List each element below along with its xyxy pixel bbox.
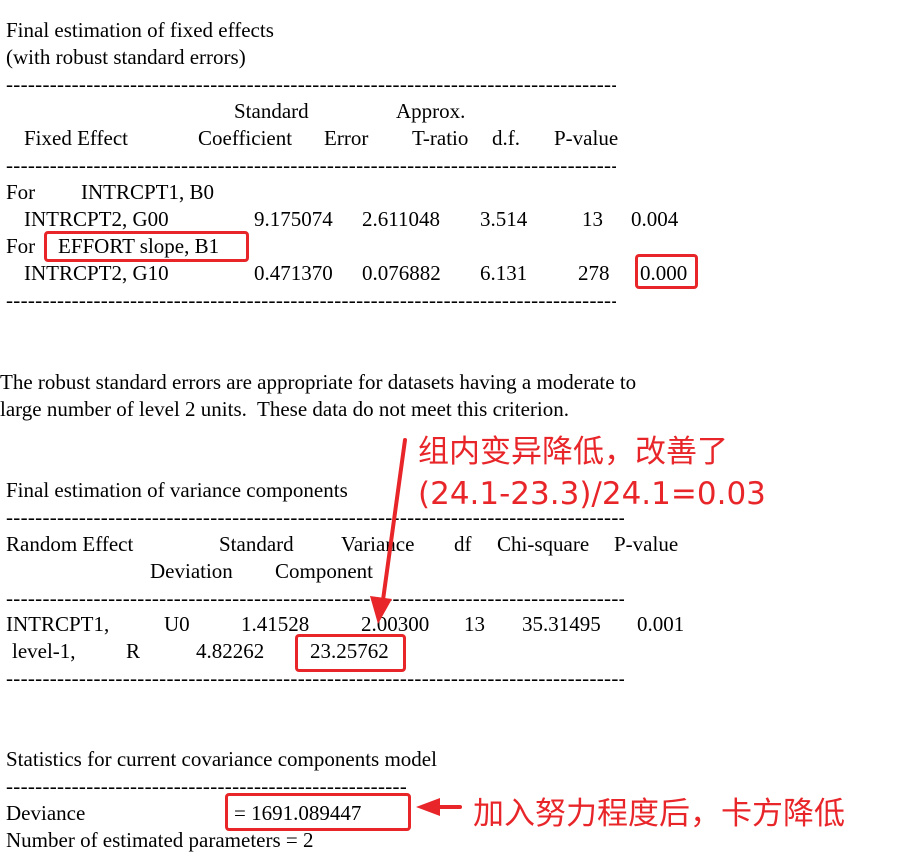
arrow-head-to-variance	[370, 596, 392, 624]
arrow-line-to-variance	[381, 438, 407, 602]
arrow-head-to-deviance	[416, 798, 440, 816]
annotation-arrows	[370, 438, 462, 816]
